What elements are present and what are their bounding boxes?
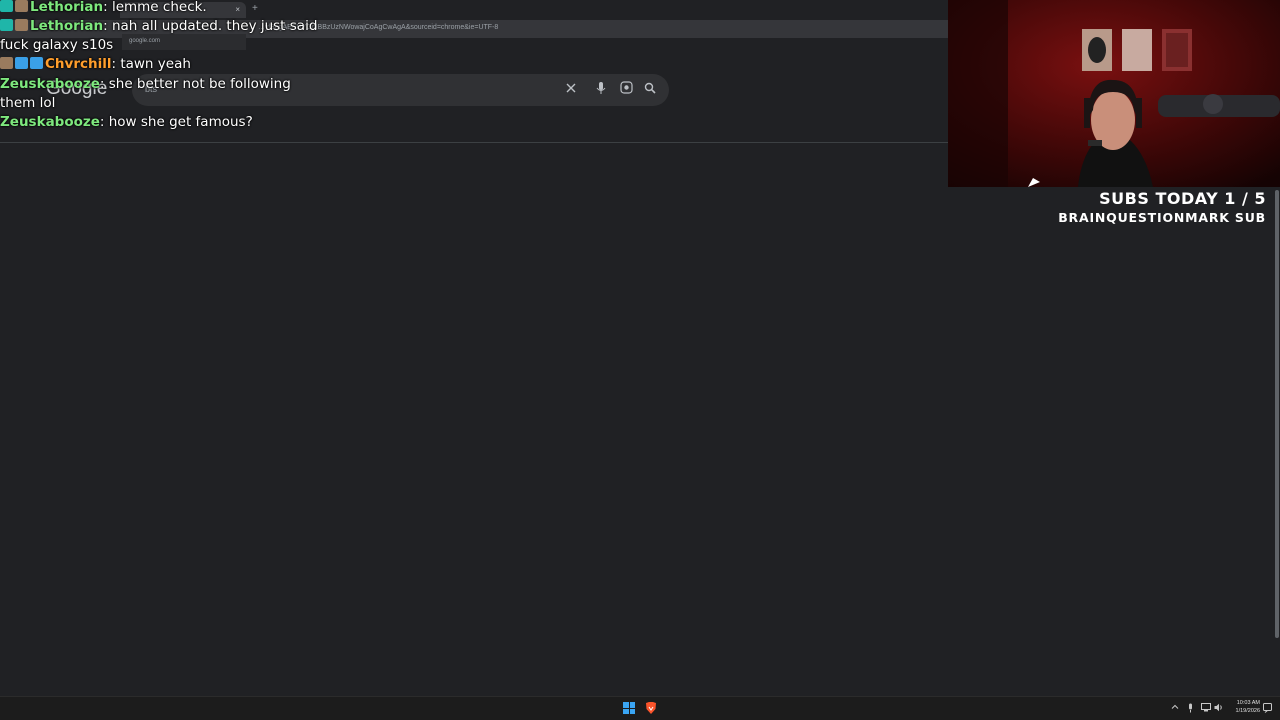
chat-text: : how she get famous? <box>99 114 253 130</box>
header-divider <box>0 142 948 143</box>
search-icon[interactable] <box>641 81 659 99</box>
microphone-icon[interactable] <box>592 81 610 99</box>
clock-date: 1/19/2026 <box>1235 708 1260 714</box>
chat-username: Zeuskabooze <box>0 76 100 92</box>
chat-username: Lethorian <box>30 0 104 15</box>
lens-icon[interactable] <box>617 81 635 99</box>
badge-icon <box>0 0 13 12</box>
close-icon[interactable] <box>562 81 580 99</box>
chat-username: Zeuskabooze <box>0 114 100 130</box>
chevron-up-icon[interactable] <box>1171 703 1179 713</box>
chat-message: Lethorian: nah all updated. they just sa… <box>0 17 330 55</box>
clock[interactable]: 10:03 AM 1/19/2026 <box>1228 699 1260 715</box>
network-icon[interactable] <box>1201 703 1211 714</box>
badge-icon <box>15 57 28 69</box>
microphone-icon[interactable] <box>1187 703 1194 715</box>
webcam-feed <box>948 0 1280 187</box>
badge-icon <box>15 0 28 12</box>
chat-username: Lethorian <box>30 18 104 34</box>
badge-icon <box>0 57 13 69</box>
chat-text: : tawn yeah <box>111 56 191 72</box>
volume-icon[interactable] <box>1214 703 1224 714</box>
chat-text: : lemme check. <box>103 0 207 15</box>
badge-icon <box>15 19 28 31</box>
chat-message: Chvrchill: tawn yeah <box>0 55 330 74</box>
clock-time: 10:03 AM <box>1236 700 1260 706</box>
subs-count: SUBS TODAY 1 / 5 <box>1099 189 1266 208</box>
latest-sub: BRAINQUESTIONMARK SUB <box>1058 210 1266 225</box>
windows-start-icon[interactable] <box>623 702 635 714</box>
scroll-thumb[interactable] <box>1275 190 1279 638</box>
notification-icon[interactable] <box>1263 703 1272 715</box>
scrollbar[interactable] <box>1274 190 1280 640</box>
chat-username: Chvrchill <box>45 56 112 72</box>
taskbar: 10:03 AM 1/19/2026 <box>0 696 1280 720</box>
screen: × + …ylBggAEEUYOdIBBzUzNWowajCoAgCwAgA&s… <box>0 0 1280 720</box>
chat-message: Lethorian: lemme check. <box>0 0 330 17</box>
brave-browser-icon[interactable] <box>645 701 657 715</box>
subscriber-overlay: SUBS TODAY 1 / 5 BRAINQUESTIONMARK SUB <box>1058 189 1266 226</box>
badge-icon <box>0 19 13 31</box>
badge-icon <box>30 57 43 69</box>
chat-message: Zeuskabooze: she better not be following… <box>0 75 330 113</box>
chat-message: Zeuskabooze: how she get famous? <box>0 113 330 132</box>
